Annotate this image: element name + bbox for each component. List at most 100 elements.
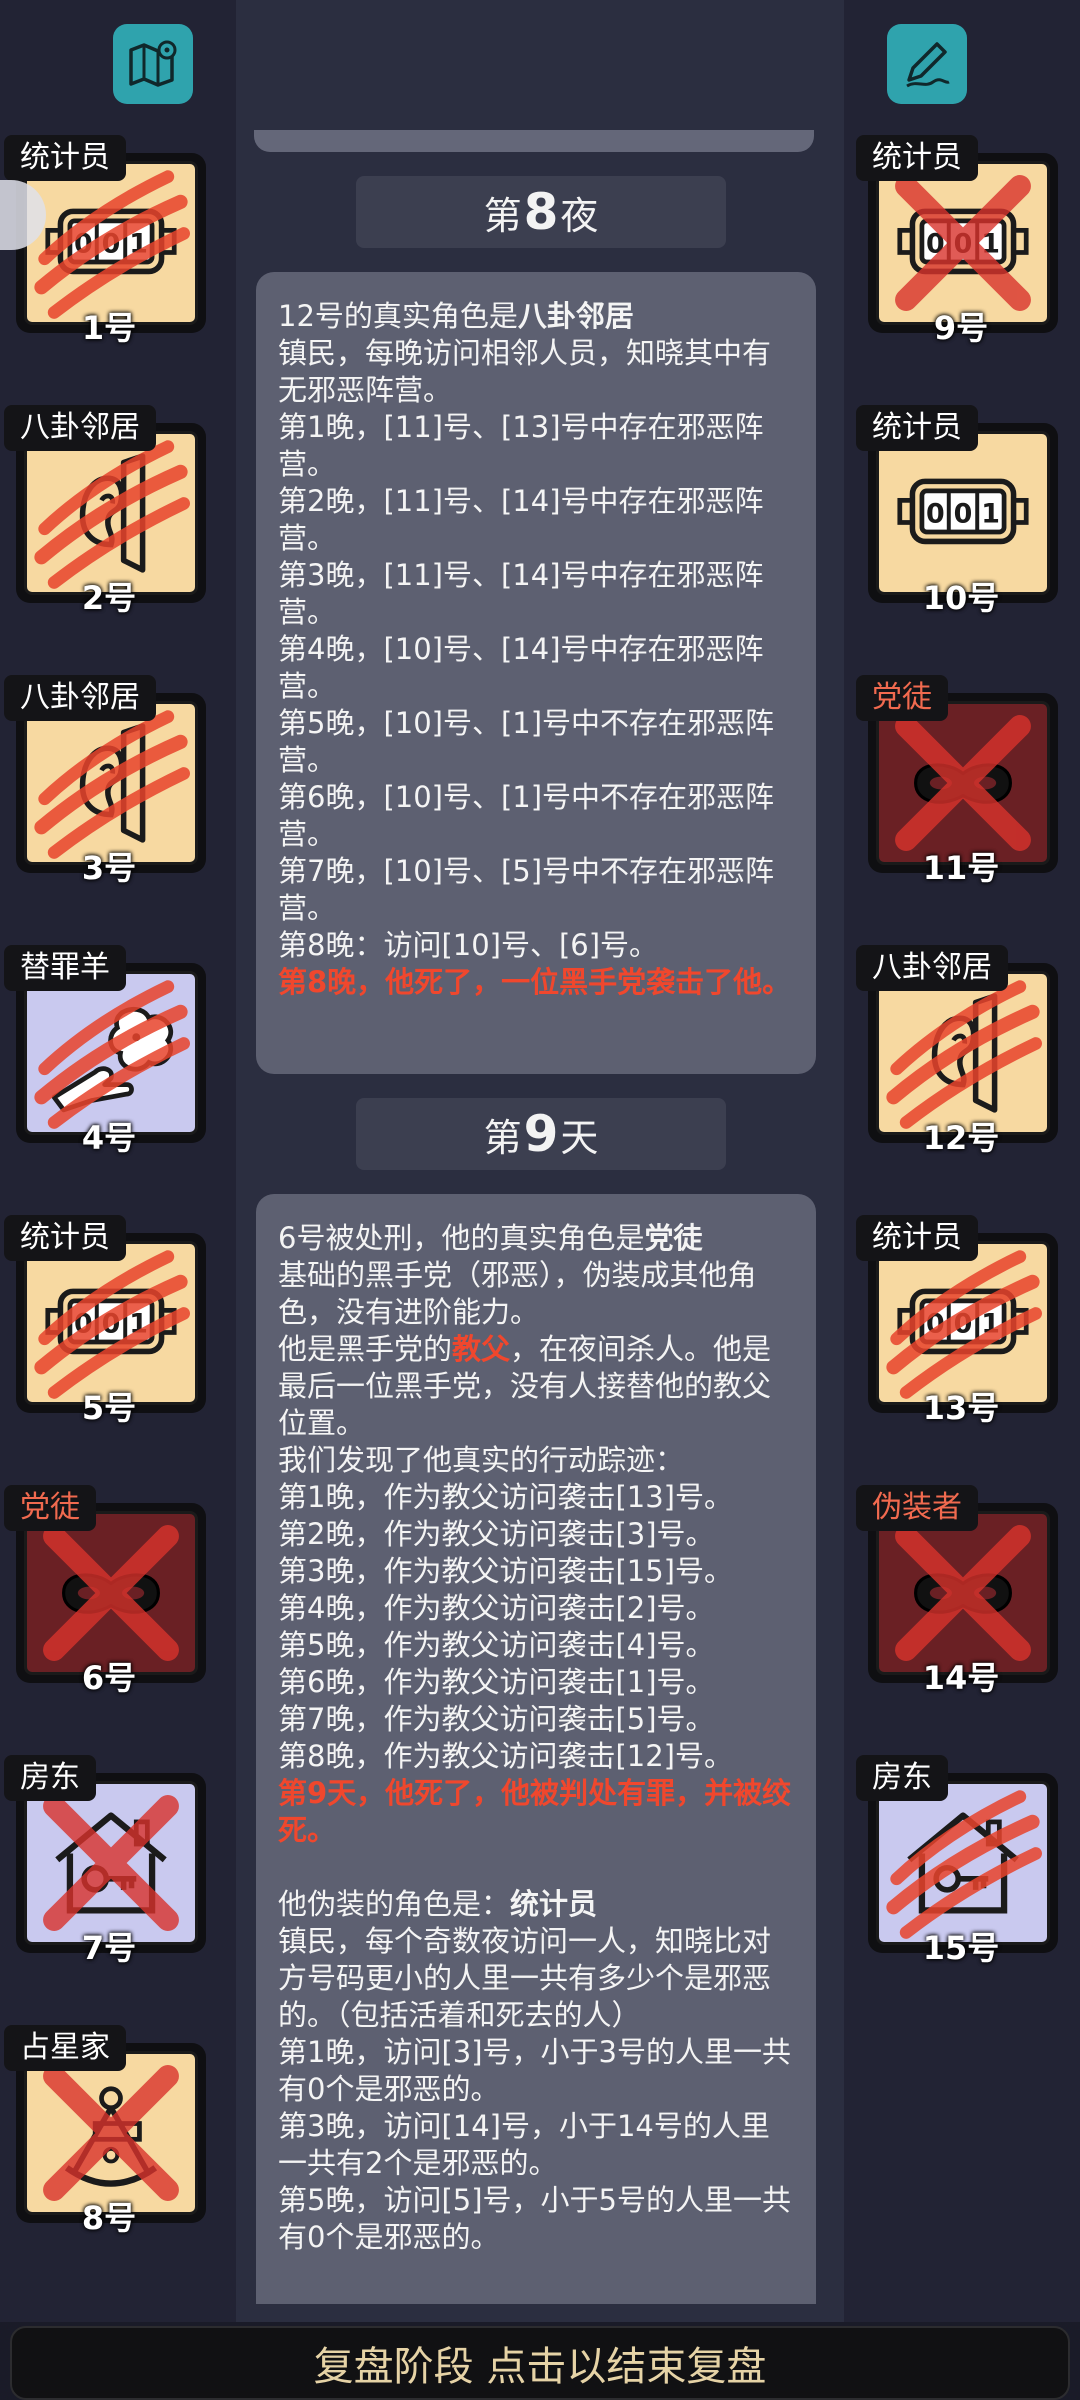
player-card[interactable]: 0 0 1 统计员 5号 (4, 1215, 214, 1427)
role-art (876, 1511, 1050, 1675)
day-card: 6号被处刑，他的真实角色是党徒 基础的黑手党（邪恶），伪装成其他角色，没有进阶能… (256, 1194, 816, 2304)
player-card[interactable]: 0 0 1 统计员 13号 (856, 1215, 1066, 1427)
svg-text:0: 0 (926, 498, 945, 529)
x-mark-icon (895, 175, 1031, 311)
role-label: 替罪羊 (4, 945, 126, 991)
mafia-description: 他是黑手党的教父，在夜间杀人。他是最后一位黑手党，没有人接替他的教父位置。 (278, 1332, 772, 1440)
player-card[interactable]: 党徒 6号 (4, 1485, 214, 1697)
disguise-result-line: 第3晚，访问[14]号，小于14号的人里一共有2个是邪恶的。 (278, 2109, 770, 2180)
player-number: 6号 (81, 1659, 137, 1697)
role-art (876, 971, 1050, 1135)
track-line: 第2晚，作为教父访问袭击[3]号。 (278, 1517, 715, 1551)
player-number: 2号 (81, 579, 137, 617)
role-art (24, 701, 198, 865)
player-card[interactable]: 替罪羊 4号 (4, 945, 214, 1157)
player-number: 8号 (81, 2199, 137, 2237)
role-label: 八卦邻居 (4, 405, 156, 451)
player-card[interactable]: 001统计员 9号 (856, 135, 1066, 347)
role-art: 001 (876, 161, 1050, 325)
claw-mark-icon (34, 1250, 190, 1399)
role-label: 八卦邻居 (4, 675, 156, 721)
role-art (24, 971, 198, 1135)
track-line: 第5晚，作为教父访问袭击[4]号。 (278, 1628, 715, 1662)
disguise-result-line: 第1晚，访问[3]号，小于3号的人里一共有0个是邪恶的。 (278, 2035, 791, 2106)
claw-mark-icon (34, 170, 190, 319)
player-card[interactable]: 党徒 11号 (856, 675, 1066, 887)
night-log-line: 镇民，每晚访问相邻人员，知晓其中有无邪恶阵营。 (278, 336, 772, 407)
night-heading: 第8夜 (356, 176, 726, 248)
night-log-line: 12号的真实角色是八卦邻居 (278, 299, 634, 333)
night-death-text: 第8晚，他死了，一位黑手党袭击了他。 (278, 965, 792, 999)
night-card: 12号的真实角色是八卦邻居 镇民，每晚访问相邻人员，知晓其中有无邪恶阵营。 第1晚，… (256, 272, 816, 1074)
track-line: 第3晚，作为教父访问袭击[15]号。 (278, 1554, 733, 1588)
player-number: 15号 (922, 1929, 1000, 1967)
player-number: 7号 (81, 1929, 137, 1967)
track-title: 我们发现了他真实的行动踪迹： (278, 1443, 685, 1477)
role-label: 统计员 (4, 1215, 126, 1261)
role-art: 001 (24, 161, 198, 325)
claw-mark-icon (34, 710, 190, 859)
role-label: 统计员 (856, 135, 978, 181)
role-art (24, 1781, 198, 1945)
night-log-line: 第1晚，[11]号、[13]号中存在邪恶阵营。 (278, 410, 764, 481)
execution-line: 6号被处刑，他的真实角色是党徒 (278, 1221, 703, 1255)
map-button[interactable] (113, 24, 193, 104)
disguise-description: 镇民，每个奇数夜访问一人，知晓比对方号码更小的人里一共有多少个是邪恶的。（包括活… (278, 1924, 772, 2032)
role-label: 八卦邻居 (856, 945, 1008, 991)
player-number: 5号 (81, 1389, 137, 1427)
day-heading: 第9天 (356, 1098, 726, 1170)
end-review-button[interactable]: 复盘阶段 点击以结束复盘 (10, 2326, 1070, 2400)
player-number: 10号 (922, 579, 1000, 617)
player-card[interactable]: 0 0 1 统计员 10号 (856, 405, 1066, 617)
track-line: 第6晚，作为教父访问袭击[1]号。 (278, 1665, 715, 1699)
claw-mark-icon (886, 980, 1042, 1129)
role-label: 党徒 (4, 1485, 96, 1531)
verdict-text: 第9天，他死了，他被判处有罪，并被绞死。 (278, 1776, 792, 1847)
player-number: 12号 (922, 1119, 1000, 1157)
night-log-line: 第3晚，[11]号、[14]号中存在邪恶阵营。 (278, 558, 764, 629)
night-log-line: 第8晚：访问[10]号、[6]号。 (278, 928, 659, 962)
claw-mark-icon (34, 440, 190, 589)
role-art: 001 (24, 1241, 198, 1405)
player-card[interactable]: 占星家 8号 (4, 2025, 214, 2237)
player-card[interactable]: 伪装者 14号 (856, 1485, 1066, 1697)
player-number: 11号 (922, 849, 1000, 887)
night-log-line: 第5晚，[10]号、[1]号中不存在邪恶阵营。 (278, 706, 775, 777)
counter-icon: 001 (897, 478, 1029, 545)
role-art (24, 431, 198, 595)
x-mark-icon (43, 2065, 179, 2201)
night-log-line: 第6晚，[10]号、[1]号中不存在邪恶阵营。 (278, 780, 775, 851)
role-art (876, 701, 1050, 865)
role-art: 001 (876, 1241, 1050, 1405)
player-number: 4号 (81, 1119, 137, 1157)
claw-mark-icon (886, 1790, 1042, 1939)
review-log[interactable]: 第8夜 12号的真实角色是八卦邻居 镇民，每晚访问相邻人员，知晓其中有无邪恶阵营。… (236, 0, 844, 2322)
role-label: 统计员 (4, 135, 126, 181)
svg-text:0: 0 (954, 498, 973, 529)
x-mark-icon (895, 1525, 1031, 1661)
claw-mark-icon (34, 980, 190, 1129)
x-mark-icon (895, 715, 1031, 851)
x-mark-icon (43, 1525, 179, 1661)
disguise-result-line: 第5晚，访问[5]号，小于5号的人里一共有0个是邪恶的。 (278, 2183, 791, 2254)
notepad-pen-icon (906, 42, 950, 88)
role-art (24, 2051, 198, 2215)
player-card[interactable]: 房东 15号 (856, 1755, 1066, 1967)
player-card[interactable]: 八卦邻居 3号 (4, 675, 214, 887)
x-mark-icon (43, 1795, 179, 1931)
svg-text:1: 1 (981, 498, 1000, 529)
role-label: 占星家 (4, 2025, 126, 2071)
role-label: 房东 (4, 1755, 96, 1801)
role-label: 伪装者 (856, 1485, 978, 1531)
notes-button[interactable] (887, 24, 967, 104)
player-number: 1号 (81, 309, 137, 347)
track-line: 第1晚，作为教父访问袭击[13]号。 (278, 1480, 733, 1514)
player-card[interactable]: 八卦邻居 12号 (856, 945, 1066, 1157)
disguise-line: 他伪装的角色是：统计员 (278, 1887, 598, 1921)
player-card[interactable]: 八卦邻居 2号 (4, 405, 214, 617)
role-label: 统计员 (856, 1215, 978, 1261)
map-icon (129, 40, 177, 87)
night-log-line: 第7晚，[10]号、[5]号中不存在邪恶阵营。 (278, 854, 775, 925)
player-card[interactable]: 房东 7号 (4, 1755, 214, 1967)
player-card[interactable]: 0 0 1 统计员 1号 (4, 135, 214, 347)
